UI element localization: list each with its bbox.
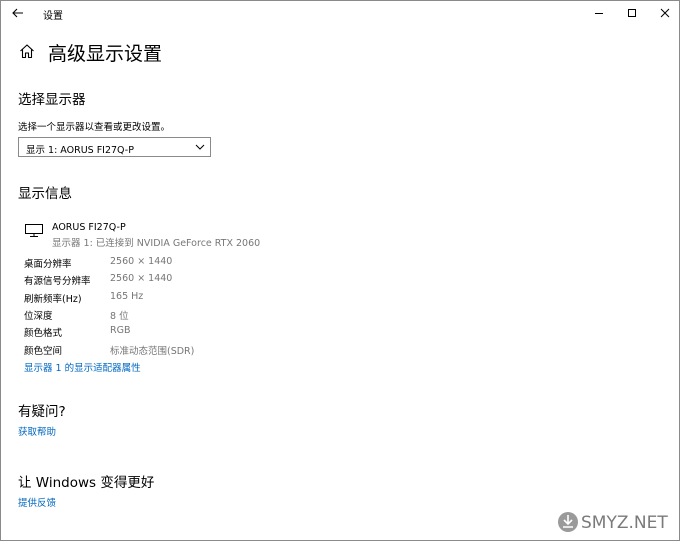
chevron-down-icon: [195, 144, 205, 150]
monitor-icon: [25, 224, 43, 237]
display-adapter-properties-link[interactable]: 显示器 1 的显示适配器属性: [24, 360, 141, 374]
info-label: 位深度: [24, 311, 53, 322]
info-label: 桌面分辨率: [24, 259, 72, 270]
watermark-text: SMYZ.NET: [581, 513, 668, 533]
back-button[interactable]: [7, 3, 29, 23]
info-row-refresh-rate: 刷新频率(Hz) 165 Hz: [24, 291, 284, 305]
display-select-dropdown[interactable]: 显示 1: AORUS FI27Q-P: [18, 137, 211, 157]
info-row-color-space: 颜色空间 标准动态范围(SDR): [24, 343, 284, 357]
display-select-value: 显示 1: AORUS FI27Q-P: [26, 145, 134, 156]
close-button[interactable]: [651, 1, 679, 25]
display-info-heading: 显示信息: [18, 186, 72, 202]
info-value: 标准动态范围(SDR): [110, 346, 195, 357]
info-value: RGB: [110, 325, 131, 336]
info-value: 165 Hz: [110, 291, 144, 302]
info-row-active-signal-resolution: 有源信号分辨率 2560 × 1440: [24, 273, 284, 287]
info-label: 有源信号分辨率: [24, 276, 91, 287]
app-title: 设置: [43, 11, 63, 22]
info-value: 2560 × 1440: [110, 256, 173, 267]
minimize-button[interactable]: [585, 1, 613, 25]
feedback-heading: 让 Windows 变得更好: [18, 475, 155, 491]
watermark-logo-icon: [558, 512, 578, 532]
watermark: SMYZ.NET: [557, 511, 675, 535]
page-title: 高级显示设置: [48, 43, 163, 65]
close-icon: [660, 8, 670, 18]
monitor-subtitle: 显示器 1: 已连接到 NVIDIA GeForce RTX 2060: [52, 238, 261, 249]
title-bar: 设置: [1, 1, 679, 27]
back-arrow-icon: [12, 8, 23, 18]
monitor-name: AORUS FI27Q-P: [52, 222, 126, 233]
info-value: 2560 × 1440: [110, 273, 173, 284]
info-row-bit-depth: 位深度 8 位: [24, 308, 284, 322]
home-icon[interactable]: [19, 43, 35, 59]
minimize-icon: [595, 13, 603, 14]
help-heading: 有疑问?: [18, 404, 66, 420]
info-row-desktop-resolution: 桌面分辨率 2560 × 1440: [24, 256, 284, 270]
info-row-color-format: 颜色格式 RGB: [24, 325, 284, 339]
info-label: 颜色格式: [24, 328, 63, 339]
info-label: 颜色空间: [24, 346, 63, 357]
info-value: 8 位: [110, 311, 129, 322]
settings-window: 设置 高级显示设置 选择显示器 选择一个显示器以查看或更改设置。 显示 1: A…: [0, 0, 680, 541]
get-help-link[interactable]: 获取帮助: [18, 424, 56, 438]
maximize-button[interactable]: [618, 1, 646, 25]
select-display-heading: 选择显示器: [18, 92, 86, 108]
maximize-icon: [628, 9, 636, 17]
select-display-description: 选择一个显示器以查看或更改设置。: [18, 122, 171, 133]
give-feedback-link[interactable]: 提供反馈: [18, 495, 56, 509]
info-label: 刷新频率(Hz): [24, 294, 82, 305]
